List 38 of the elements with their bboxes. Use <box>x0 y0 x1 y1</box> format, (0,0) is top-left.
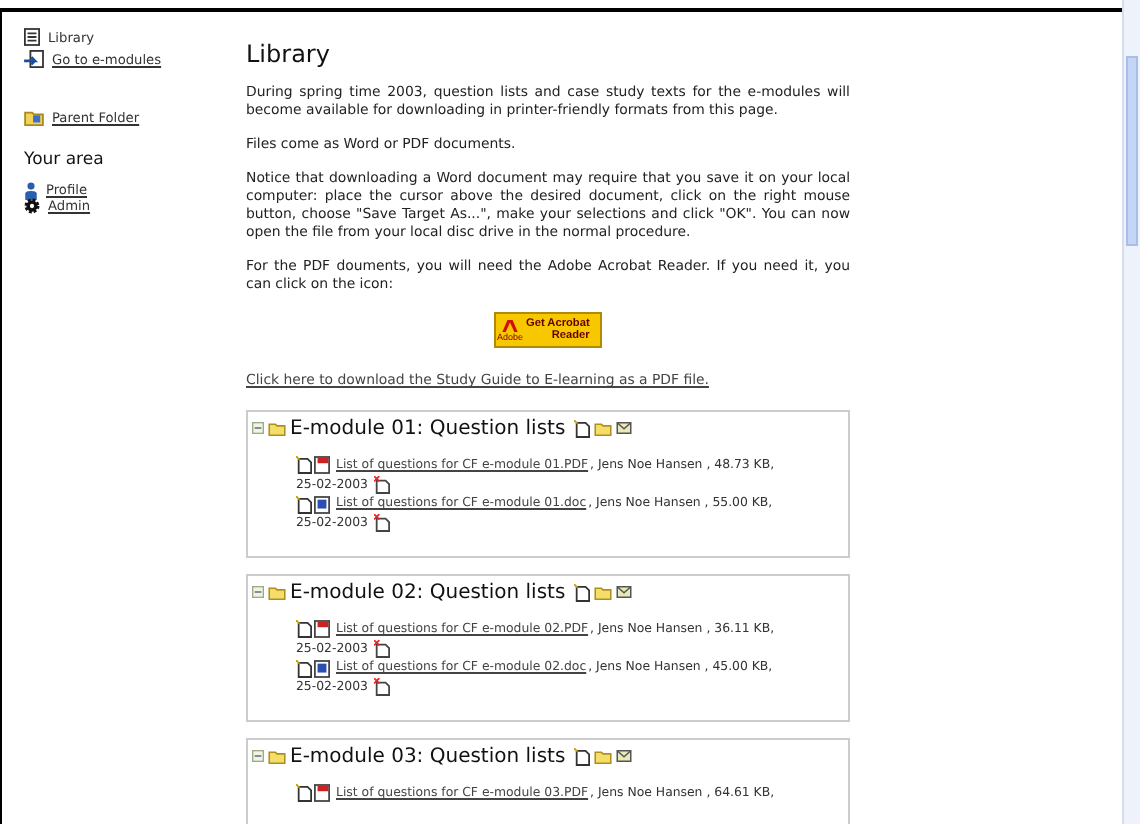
envelope-icon[interactable] <box>615 586 632 598</box>
page-title: Library <box>246 38 332 70</box>
page-icon[interactable] <box>296 495 312 514</box>
folder-icon <box>24 109 44 125</box>
module-title[interactable]: E-module 01: Question lists <box>290 419 566 437</box>
pdf-file-icon <box>314 620 330 639</box>
broken-image-icon <box>373 476 390 495</box>
pdf-file-icon <box>314 784 330 803</box>
gear-icon <box>24 198 40 214</box>
new-page-icon[interactable] <box>573 747 590 765</box>
section-heading: Your area <box>24 150 106 170</box>
new-page-icon[interactable] <box>573 419 590 437</box>
new-page-icon[interactable] <box>573 583 590 601</box>
envelope-icon[interactable] <box>615 750 632 762</box>
collapse-icon[interactable] <box>252 586 264 598</box>
page-icon <box>24 28 40 46</box>
envelope-icon[interactable] <box>615 422 632 434</box>
page-icon[interactable] <box>296 659 312 678</box>
broken-image-icon <box>373 514 390 533</box>
collapse-icon[interactable] <box>252 750 264 762</box>
module-title[interactable]: E-module 02: Question lists <box>290 583 566 601</box>
pdf-file-icon <box>314 456 330 475</box>
module-title[interactable]: E-module 03: Question lists <box>290 747 566 765</box>
scrollbar-thumb[interactable] <box>1126 56 1138 246</box>
folder-icon <box>268 749 286 763</box>
page-icon[interactable] <box>296 784 312 803</box>
broken-image-icon <box>373 678 390 697</box>
adobe-logo-icon <box>502 319 518 331</box>
broken-image-icon <box>373 640 390 659</box>
page-icon[interactable] <box>296 620 312 639</box>
page-icon[interactable] <box>296 456 312 475</box>
person-icon <box>24 181 38 199</box>
folder-icon <box>268 421 286 435</box>
arrow-page-icon <box>24 50 44 68</box>
folder-icon <box>268 585 286 599</box>
collapse-icon[interactable] <box>252 422 264 434</box>
word-file-icon <box>314 659 330 678</box>
word-file-icon <box>314 495 330 514</box>
